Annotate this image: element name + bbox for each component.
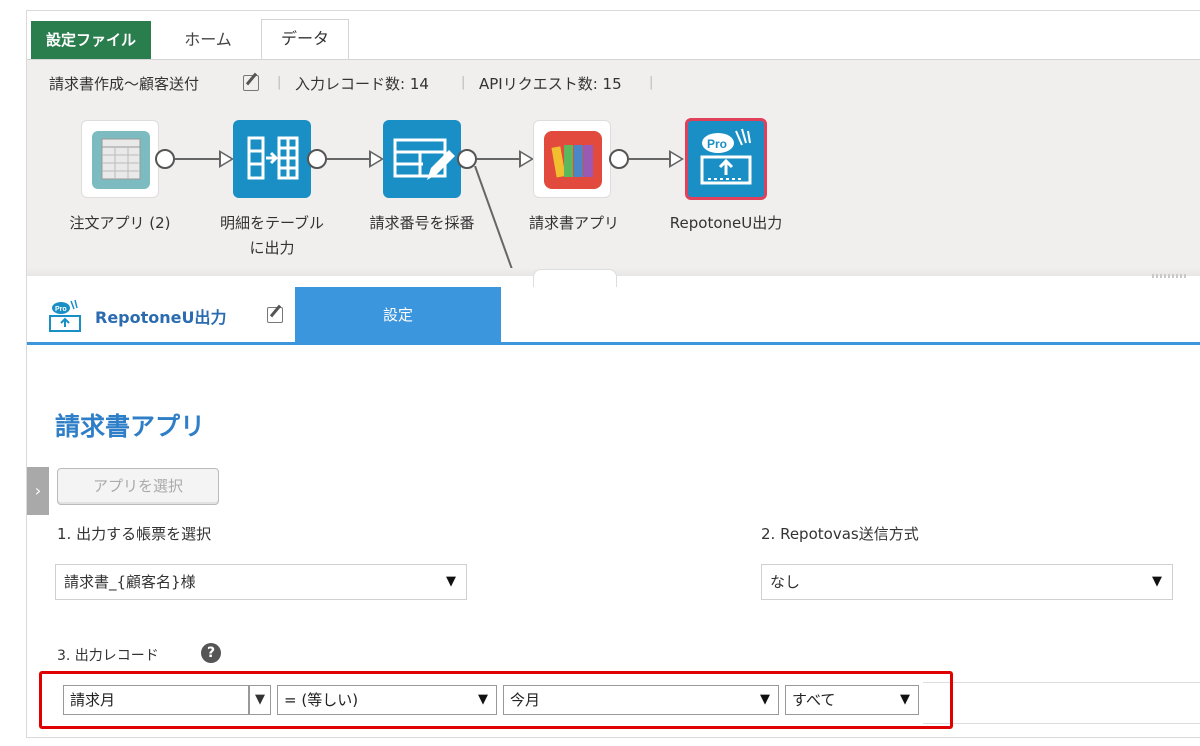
- flow-name: 請求書作成〜顧客送付: [49, 75, 200, 93]
- condition-operator-select[interactable]: = (等しい) ▼: [277, 685, 497, 715]
- condition-scope-select[interactable]: すべて ▼: [785, 685, 919, 715]
- row-line: [923, 723, 1200, 724]
- panel-header: Pro RepotoneU出力 設定: [27, 287, 1200, 343]
- edit-icon[interactable]: [243, 75, 259, 91]
- arrow-head: [669, 150, 684, 168]
- condition-field-value: 請求月: [70, 691, 116, 709]
- chevron-down-icon: ▼: [760, 692, 770, 707]
- spreadsheet-icon: [92, 131, 150, 189]
- node-label-line: 明細をテーブル: [219, 214, 325, 232]
- input-record-count: 入力レコード数: 14: [295, 75, 429, 93]
- node-label: 請求書アプリ: [528, 214, 619, 232]
- help-icon[interactable]: ?: [201, 643, 221, 663]
- condition-value: 今月: [510, 691, 541, 709]
- repotone-pro-icon: Pro: [49, 299, 81, 332]
- report-label: 1. 出力する帳票を選択: [57, 525, 212, 543]
- hidden-node-peek: [533, 269, 617, 287]
- svg-text:Pro: Pro: [55, 306, 67, 313]
- records-label: 3. 出力レコード: [57, 648, 159, 664]
- arrow-line: [629, 158, 671, 160]
- output-connector[interactable]: [609, 149, 629, 169]
- table-output-icon: [247, 136, 299, 180]
- arrow-line: [175, 158, 221, 160]
- send-method-label: 2. Repotovas送信方式: [761, 525, 919, 543]
- output-connector[interactable]: [307, 149, 327, 169]
- row-line: [923, 682, 1200, 683]
- report-select[interactable]: 請求書_{顧客名}様 ▼: [55, 564, 467, 600]
- output-connector[interactable]: [155, 149, 175, 169]
- select-app-button[interactable]: アプリを選択: [57, 468, 219, 505]
- node-label: 明細をテーブル に出力: [197, 211, 347, 261]
- arrow-head: [219, 150, 234, 168]
- node-repotone-output[interactable]: Pro: [685, 118, 767, 200]
- app-title: 請求書アプリ: [55, 412, 206, 441]
- binders-icon: [544, 131, 602, 189]
- separator: |: [277, 75, 282, 90]
- sidebar-toggle[interactable]: ›: [27, 467, 49, 515]
- node-label-line: に出力: [249, 239, 295, 257]
- arrow-line: [327, 158, 371, 160]
- condition-scope-value: すべて: [792, 691, 836, 709]
- node-order-app[interactable]: [81, 120, 159, 198]
- chevron-down-icon: ▼: [478, 692, 488, 707]
- edit-icon[interactable]: [267, 307, 283, 323]
- app-frame: 設定ファイル ホーム データ 請求書作成〜顧客送付 | 入力レコード数: 14 …: [26, 10, 1200, 738]
- node-label: 注文アプリ (2): [69, 214, 171, 232]
- arrow-line: [477, 158, 521, 160]
- separator: |: [461, 75, 466, 90]
- resize-grip[interactable]: [1152, 274, 1186, 278]
- chevron-down-icon[interactable]: ▼: [249, 685, 271, 715]
- separator: |: [649, 75, 654, 90]
- condition-field-select[interactable]: 請求月: [63, 685, 249, 715]
- node-label: RepotoneU出力: [669, 214, 783, 232]
- node-table-output[interactable]: [233, 120, 311, 198]
- condition-operator-value: = (等しい): [284, 691, 359, 709]
- send-method-value: なし: [770, 573, 801, 591]
- repotone-pro-icon: Pro: [700, 128, 752, 185]
- tab-settings-file[interactable]: 設定ファイル: [31, 21, 151, 59]
- info-bar: 請求書作成〜顧客送付 | 入力レコード数: 14 | APIリクエスト数: 15…: [27, 60, 1200, 106]
- svg-text:Pro: Pro: [707, 137, 727, 151]
- chevron-down-icon: ▼: [446, 574, 456, 589]
- condition-value-select[interactable]: 今月 ▼: [503, 685, 779, 715]
- send-method-select[interactable]: なし ▼: [761, 564, 1173, 600]
- tab-data[interactable]: データ: [261, 19, 349, 60]
- top-tab-bar: 設定ファイル ホーム データ: [27, 11, 1200, 60]
- arrow-head: [369, 150, 384, 168]
- node-invoice-app[interactable]: [533, 120, 611, 198]
- panel-tab-underline: [27, 342, 1200, 345]
- chevron-down-icon: ▼: [1152, 574, 1162, 589]
- flow-canvas: Pro 注文アプリ (2) 明細をテーブル に出力 請求番号を採番 請求書アプリ…: [27, 106, 1200, 272]
- node-label: 請求番号を採番: [369, 214, 475, 232]
- panel-title: RepotoneU出力: [95, 308, 227, 327]
- api-request-count: APIリクエスト数: 15: [479, 75, 622, 93]
- node-invoice-number[interactable]: [383, 120, 461, 198]
- tab-home[interactable]: ホーム: [163, 21, 253, 59]
- tab-settings[interactable]: 設定: [295, 287, 501, 343]
- edit-table-icon: [393, 138, 455, 180]
- chevron-down-icon: ▼: [900, 692, 910, 707]
- report-select-value: 請求書_{顧客名}様: [64, 573, 196, 591]
